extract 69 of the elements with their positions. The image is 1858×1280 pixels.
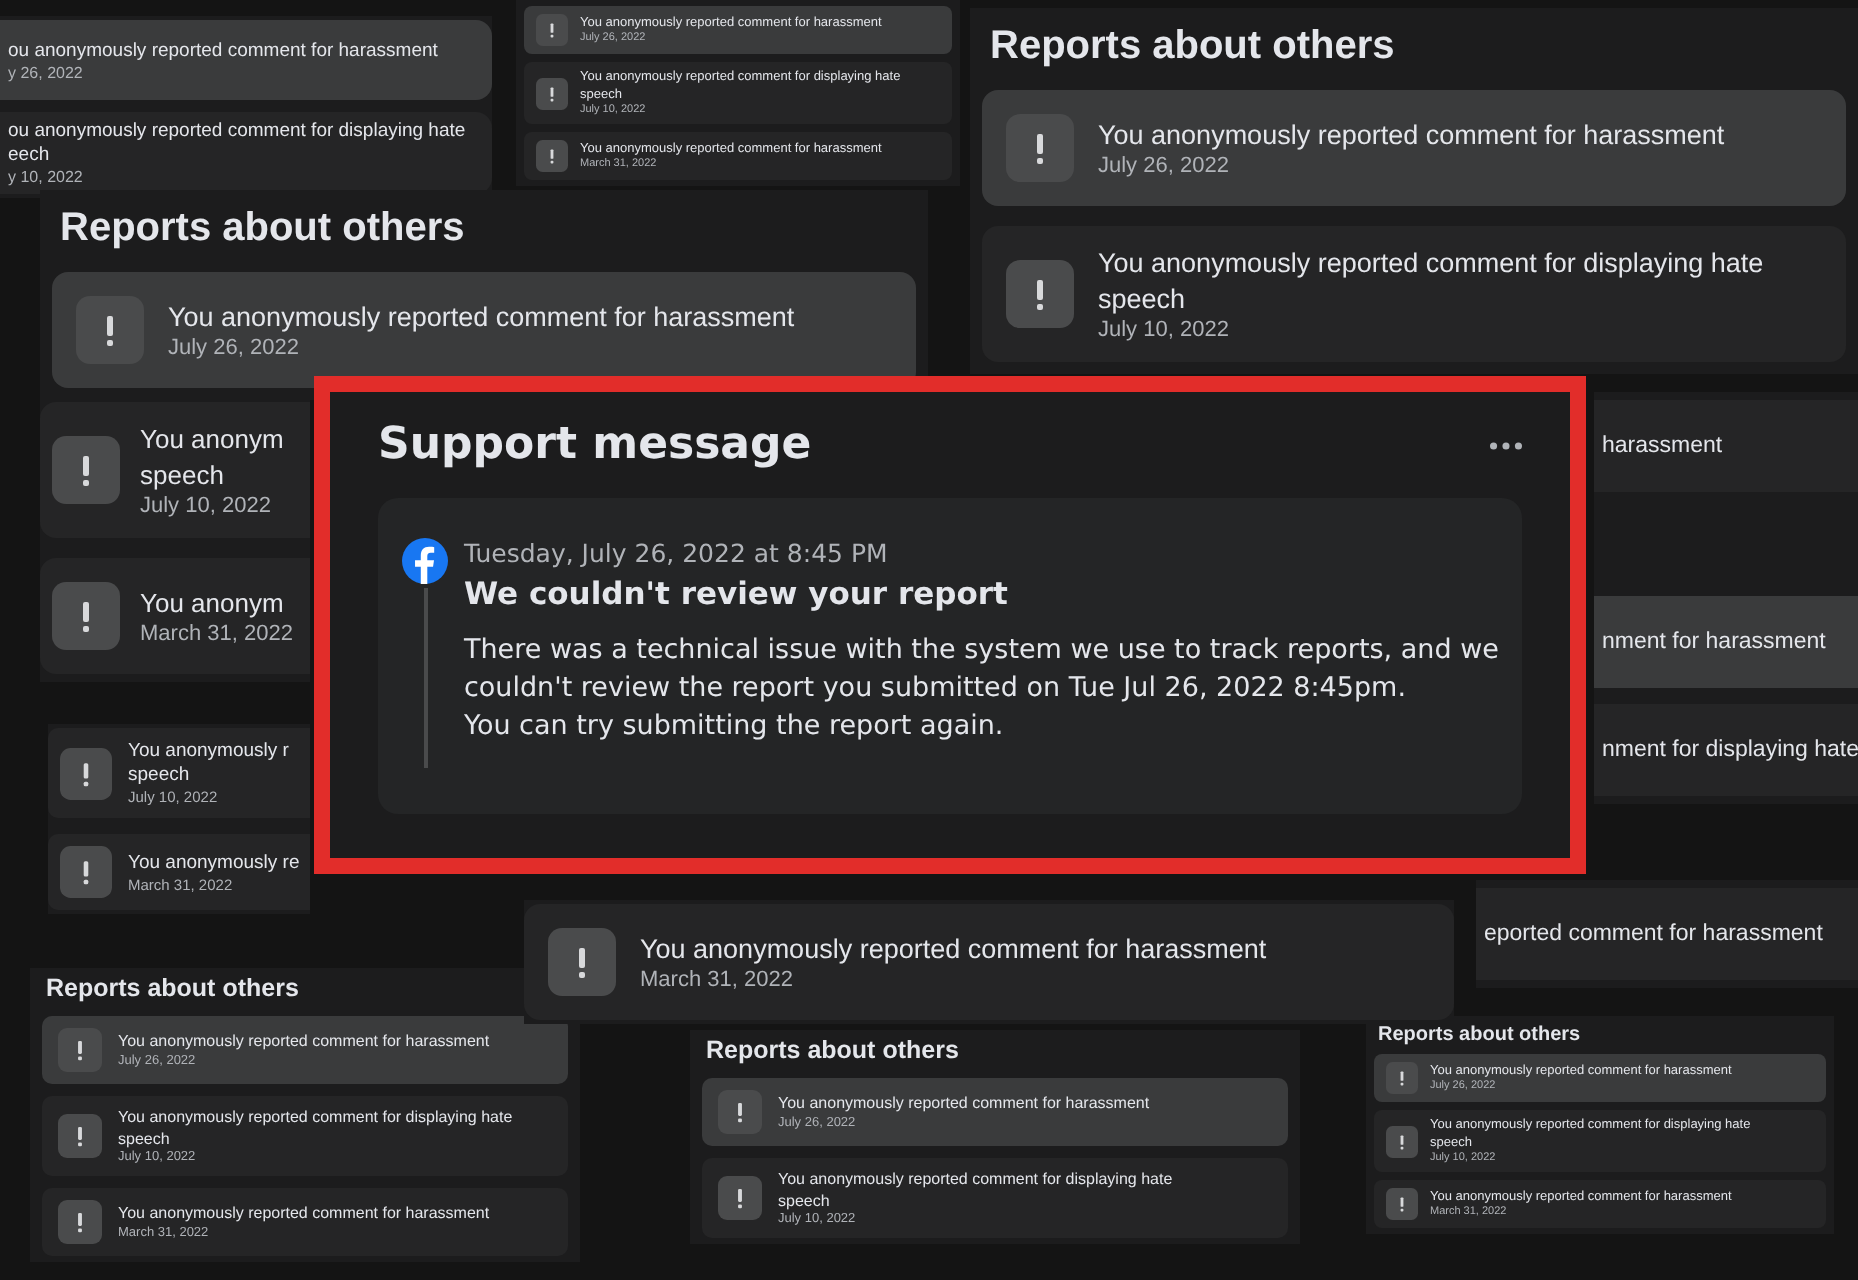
message-heading: We couldn't review your report bbox=[464, 576, 1010, 612]
report-text: You anonymously reported comment for harassment bbox=[778, 1094, 1150, 1116]
report-text: You anonymously reported comment for harassment bbox=[640, 932, 1267, 968]
report-item[interactable]: You anonym speech July 10, 2022 bbox=[40, 402, 310, 538]
exclamation-icon bbox=[52, 436, 120, 504]
exclamation-icon bbox=[1386, 1188, 1418, 1220]
exclamation-icon bbox=[536, 77, 568, 109]
panel-title: Reports about others bbox=[60, 206, 467, 252]
report-text: You anonymously reported comment for displaying hate speech bbox=[1098, 246, 1764, 318]
report-item[interactable]: nment for displaying hate bbox=[1594, 704, 1858, 796]
report-text: nment for displaying hate bbox=[1602, 738, 1858, 762]
message-timestamp: Tuesday, July 26, 2022 at 8:45 PM bbox=[464, 538, 890, 568]
report-item[interactable]: ou anonymously reported comment for displaying hate eech y 10, 2022 bbox=[0, 112, 492, 194]
report-text: You anonymously reported comment for harassment bbox=[118, 1204, 490, 1226]
more-icon[interactable] bbox=[1490, 441, 1522, 449]
exclamation-icon bbox=[58, 1114, 102, 1158]
report-item[interactable]: You anonymously reported comment for displaying hate speech July 10, 2022 bbox=[982, 226, 1846, 362]
report-text: You anonymously reported comment for displaying hate speech bbox=[118, 1108, 513, 1150]
exclamation-icon bbox=[60, 747, 112, 799]
exclamation-icon bbox=[1006, 260, 1074, 328]
report-text: You anonymously reported comment for harassment bbox=[168, 300, 795, 336]
report-item[interactable]: nment for harassment bbox=[1594, 596, 1858, 688]
report-item[interactable]: You anonymously reported comment for harassment July 26, 2022 bbox=[982, 90, 1846, 206]
report-date: July 10, 2022 bbox=[1098, 318, 1231, 342]
exclamation-icon bbox=[718, 1090, 762, 1134]
report-item[interactable]: ou anonymously reported comment for harassment y 26, 2022 bbox=[0, 20, 492, 100]
logo-icon bbox=[402, 538, 448, 584]
panel-title: Reports about others bbox=[990, 24, 1397, 70]
report-item[interactable]: eported comment for harassment bbox=[1476, 888, 1858, 980]
exclamation-icon bbox=[718, 1176, 762, 1220]
report-text: You anonym speech bbox=[140, 422, 284, 494]
report-text: harassment bbox=[1602, 434, 1723, 458]
report-text: ou anonymously reported comment for displaying hate eech bbox=[8, 120, 466, 168]
report-date: July 26, 2022 bbox=[1098, 154, 1231, 178]
exclamation-icon bbox=[536, 140, 568, 172]
panel-title: Reports about others bbox=[46, 974, 301, 1002]
panel-title: Reports about others bbox=[706, 1036, 961, 1064]
card-title: Support message bbox=[378, 420, 812, 470]
exclamation-icon bbox=[536, 14, 568, 46]
report-date: March 31, 2022 bbox=[640, 968, 795, 992]
report-text: You anonymously re bbox=[128, 851, 300, 875]
exclamation-icon bbox=[58, 1200, 102, 1244]
report-item[interactable]: You anonymously reported comment for harassment March 31, 2022 bbox=[524, 904, 1454, 1020]
exclamation-icon bbox=[1386, 1125, 1418, 1157]
exclamation-icon bbox=[1006, 114, 1074, 182]
exclamation-icon bbox=[52, 582, 120, 650]
report-item[interactable]: harassment bbox=[1594, 400, 1858, 492]
exclamation-icon bbox=[548, 928, 616, 996]
report-date: March 31, 2022 bbox=[140, 622, 293, 646]
report-date: July 26, 2022 bbox=[168, 336, 301, 360]
report-text: nment for harassment bbox=[1602, 630, 1826, 654]
report-text: You anonymously reported comment for harassment bbox=[118, 1032, 490, 1054]
report-item[interactable]: You anonym March 31, 2022 bbox=[40, 558, 310, 674]
message-body: There was a technical issue with the system we use to track reports, and we couldn't review the report you submitted on Tue Jul 26, 2022 8:45pm. You can try submitting the report again. bbox=[464, 632, 1501, 746]
report-text: ou anonymously reported comment for harassment bbox=[8, 39, 438, 63]
report-date: July 10, 2022 bbox=[140, 494, 273, 518]
exclamation-icon bbox=[1386, 1062, 1418, 1094]
report-text: You anonymously r speech bbox=[128, 740, 289, 788]
report-item[interactable]: You anonymously reported comment for harassment July 26, 2022 bbox=[52, 272, 916, 388]
exclamation-icon bbox=[58, 1028, 102, 1072]
exclamation-icon bbox=[76, 296, 144, 364]
report-text: You anonymously reported comment for displaying hate speech bbox=[778, 1170, 1173, 1212]
panel-title: Reports about others bbox=[1378, 1024, 1583, 1046]
report-text: You anonym bbox=[140, 586, 286, 622]
report-text: eported comment for harassment bbox=[1484, 922, 1823, 946]
report-date: y 10, 2022 bbox=[8, 168, 85, 186]
report-text: You anonymously reported comment for harassment bbox=[1098, 118, 1725, 154]
exclamation-icon bbox=[60, 846, 112, 898]
report-date: y 26, 2022 bbox=[8, 63, 85, 81]
